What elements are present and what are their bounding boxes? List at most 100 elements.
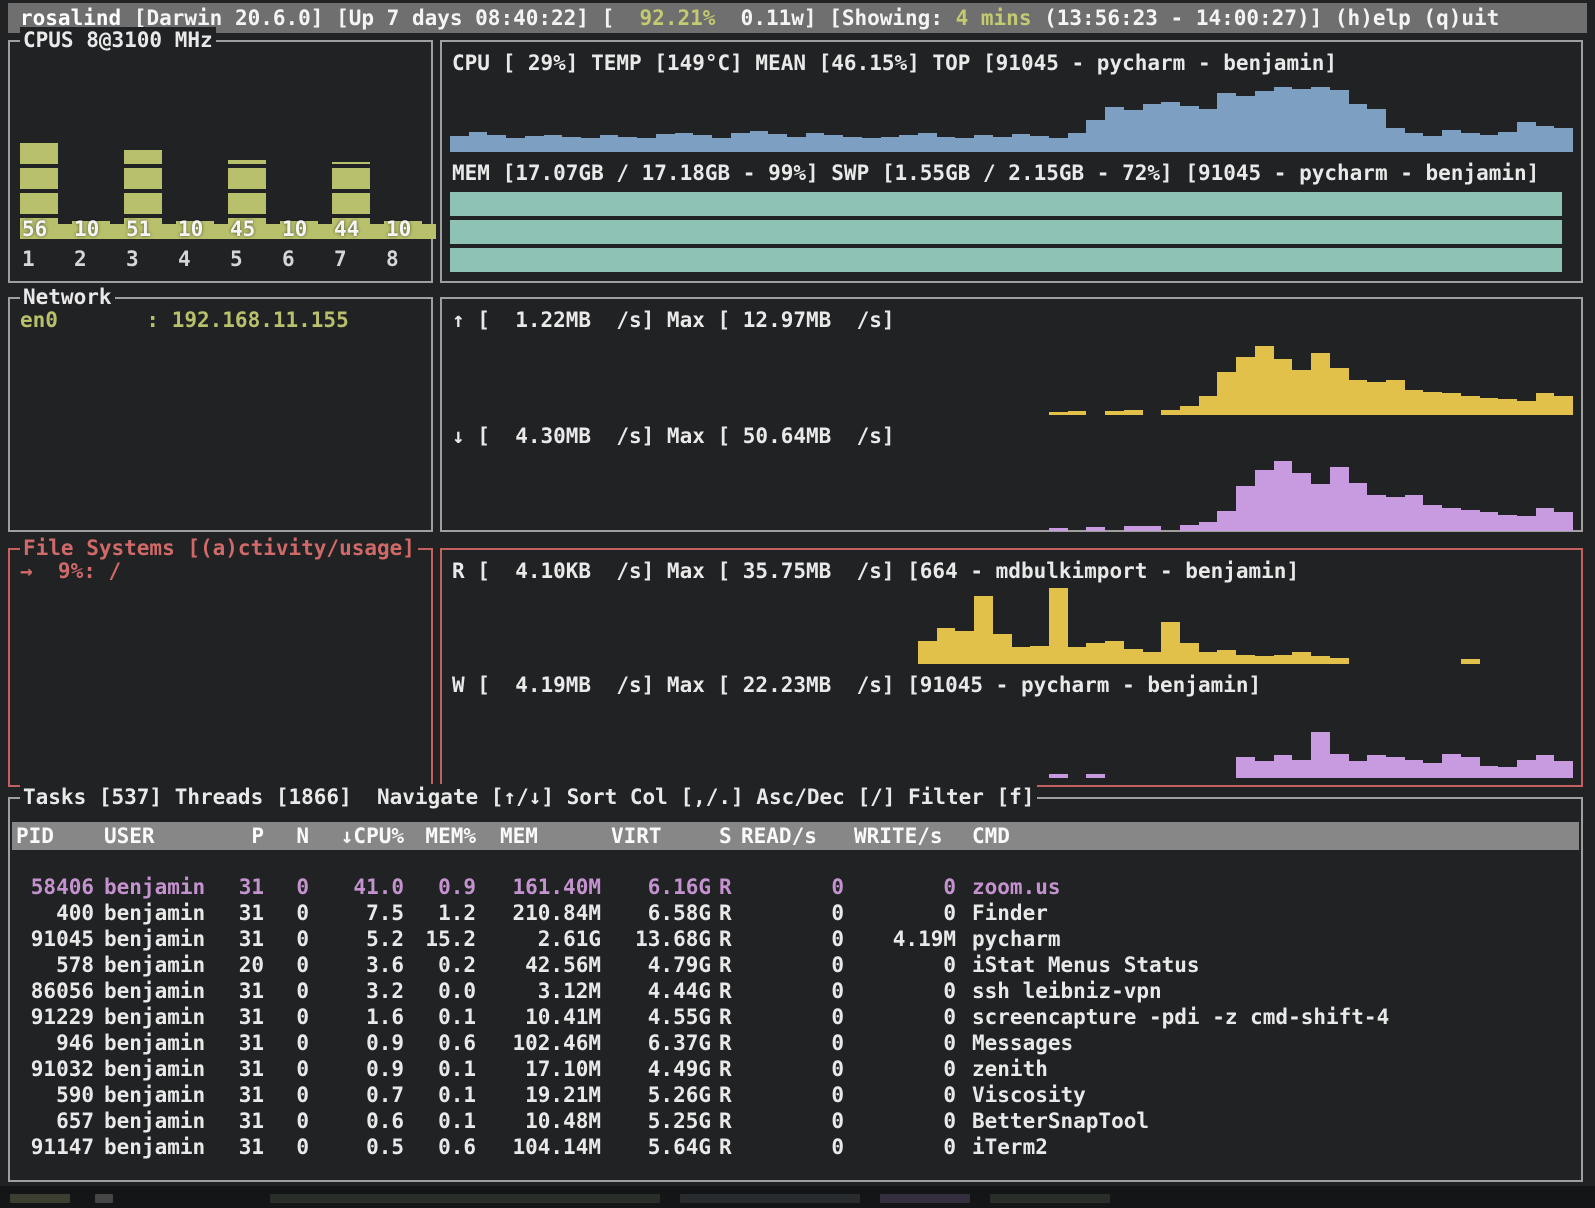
task-row[interactable]: 86056benjamin3103.20.03.12M4.44GR00ssh l… [10,978,1581,1004]
cell-pid: 91032 [16,1056,94,1082]
cpu-core-value: 44 [334,217,359,241]
disk-io-graphs-panel[interactable]: R [ 4.10KB /s] Max [ 35.75MB /s] [664 - … [440,548,1583,787]
cell-user: benjamin [94,874,209,900]
cpu-cores-panel[interactable]: CPUS 8@3100 MHz 561102513104455106447108 [8,40,433,283]
network-graphs-panel[interactable]: ↑ [ 1.22MB /s] Max [ 12.97MB /s] ↓ [ 4.3… [440,297,1583,532]
task-row[interactable]: 91229benjamin3101.60.110.41M4.55GR00scre… [10,1004,1581,1030]
cell-p: 20 [209,952,264,978]
column-header-cmd[interactable]: CMD [956,822,1579,850]
cell-read: 0 [741,952,844,978]
memory-bar [450,248,1562,272]
cell-cmd: BetterSnapTool [956,1108,1581,1134]
network-down-line: ↓ [ 4.30MB /s] Max [ 50.64MB /s] [452,423,1581,449]
cell-p: 31 [209,1030,264,1056]
disk-read-chart [450,588,1573,664]
cell-pid: 91229 [16,1004,94,1030]
task-row[interactable]: 578benjamin2003.60.242.56M4.79GR00iStat … [10,952,1581,978]
cell-read: 0 [741,900,844,926]
status-battery-watts: 0.11w] [Showing: [715,6,955,30]
cell-mem: 2.61G [476,926,601,952]
cell-p: 31 [209,1056,264,1082]
column-header-reads[interactable]: READ/s [741,822,844,850]
task-row[interactable]: 590benjamin3100.70.119.21M5.26GR00Viscos… [10,1082,1581,1108]
cell-pid: 91045 [16,926,94,952]
network-panel[interactable]: Network en0 : 192.168.11.155 [8,297,433,532]
cell-user: benjamin [94,1134,209,1160]
cell-mem: 3.12M [476,978,601,1004]
quit-button[interactable]: (q)uit [1423,6,1499,30]
cell-cpu: 7.5 [309,900,404,926]
cell-n: 0 [264,1030,309,1056]
disk-write-line: W [ 4.19MB /s] Max [ 22.23MB /s] [91045 … [452,672,1581,698]
column-header-cpu[interactable]: ↓CPU% [309,822,404,850]
cell-cpu: 3.2 [309,978,404,1004]
column-header-n[interactable]: N [264,822,309,850]
column-header-virt[interactable]: VIRT [601,822,711,850]
cell-cpu: 0.6 [309,1108,404,1134]
cell-pid: 58406 [16,874,94,900]
cpu-core-value: 10 [386,217,411,241]
task-table-header[interactable]: PIDUSERPN↓CPU%MEM%MEMVIRTSREAD/sWRITE/sC… [12,822,1579,850]
cell-n: 0 [264,1108,309,1134]
cell-cpu: 5.2 [309,926,404,952]
cell-memp: 1.2 [404,900,476,926]
cell-cmd: Finder [956,900,1581,926]
cpu-core-value: 10 [74,217,99,241]
task-row[interactable]: 657benjamin3100.60.110.48M5.25GR00Better… [10,1108,1581,1134]
filesystems-panel[interactable]: File Systems [(a)ctivity/usage] → 9%: / [8,548,433,787]
column-header-mem[interactable]: MEM% [404,822,476,850]
column-header-user[interactable]: USER [94,822,209,850]
cpu-core-number: 2 [74,247,87,271]
cpu-memory-panel[interactable]: CPU [ 29%] TEMP [149°C] MEAN [46.15%] TO… [440,40,1583,283]
column-header-s[interactable]: S [711,822,741,850]
cell-s: R [711,1108,741,1134]
cell-s: R [711,1134,741,1160]
task-row[interactable]: 58406benjamin31041.00.9161.40M6.16GR00zo… [10,874,1581,900]
cell-pid: 946 [16,1030,94,1056]
task-row[interactable]: 91045benjamin3105.215.22.61G13.68GR04.19… [10,926,1581,952]
help-button[interactable]: (h)elp [1335,6,1411,30]
column-header-p[interactable]: P [209,822,264,850]
task-row[interactable]: 91032benjamin3100.90.117.10M4.49GR00zeni… [10,1056,1581,1082]
cell-cmd: Messages [956,1030,1581,1056]
cell-pid: 657 [16,1108,94,1134]
task-row[interactable]: 400benjamin3107.51.2210.84M6.58GR00Finde… [10,900,1581,926]
filesystem-usage-line[interactable]: → 9%: / [20,558,431,584]
cell-n: 0 [264,1082,309,1108]
disk-write-chart [450,702,1573,778]
column-header-writes[interactable]: WRITE/s [844,822,956,850]
column-header-mem[interactable]: MEM [476,822,601,850]
cpu-core-gauge: 108 [382,45,434,273]
cell-memp: 0.6 [404,1134,476,1160]
network-upload-chart [450,337,1573,415]
cell-user: benjamin [94,926,209,952]
cell-s: R [711,1056,741,1082]
cell-cmd: iTerm2 [956,1134,1581,1160]
cell-cmd: pycharm [956,926,1581,952]
task-row[interactable]: 946benjamin3100.90.6102.46M6.37GR00Messa… [10,1030,1581,1056]
cell-virt: 5.25G [601,1108,711,1134]
cell-cmd: zenith [956,1056,1581,1082]
cell-virt: 5.64G [601,1134,711,1160]
cell-p: 31 [209,978,264,1004]
cell-mem: 42.56M [476,952,601,978]
cell-p: 31 [209,1004,264,1030]
cell-mem: 10.41M [476,1004,601,1030]
cell-p: 31 [209,1108,264,1134]
cell-virt: 6.16G [601,874,711,900]
cell-user: benjamin [94,1108,209,1134]
memory-bar [450,192,1562,216]
cell-user: benjamin [94,1082,209,1108]
cpu-core-gauge: 447 [330,45,382,273]
cell-memp: 0.9 [404,874,476,900]
tasks-panel[interactable]: Tasks [537] Threads [1866] Navigate [↑/↓… [8,797,1583,1182]
battery-percent: 92.21% [640,6,716,30]
cell-n: 0 [264,952,309,978]
cell-read: 0 [741,978,844,1004]
cell-read: 0 [741,926,844,952]
cpu-core-number: 3 [126,247,139,271]
column-header-pid[interactable]: PID [16,822,94,850]
cell-p: 31 [209,1134,264,1160]
cell-read: 0 [741,1004,844,1030]
task-row[interactable]: 91147benjamin3100.50.6104.14M5.64GR00iTe… [10,1134,1581,1160]
